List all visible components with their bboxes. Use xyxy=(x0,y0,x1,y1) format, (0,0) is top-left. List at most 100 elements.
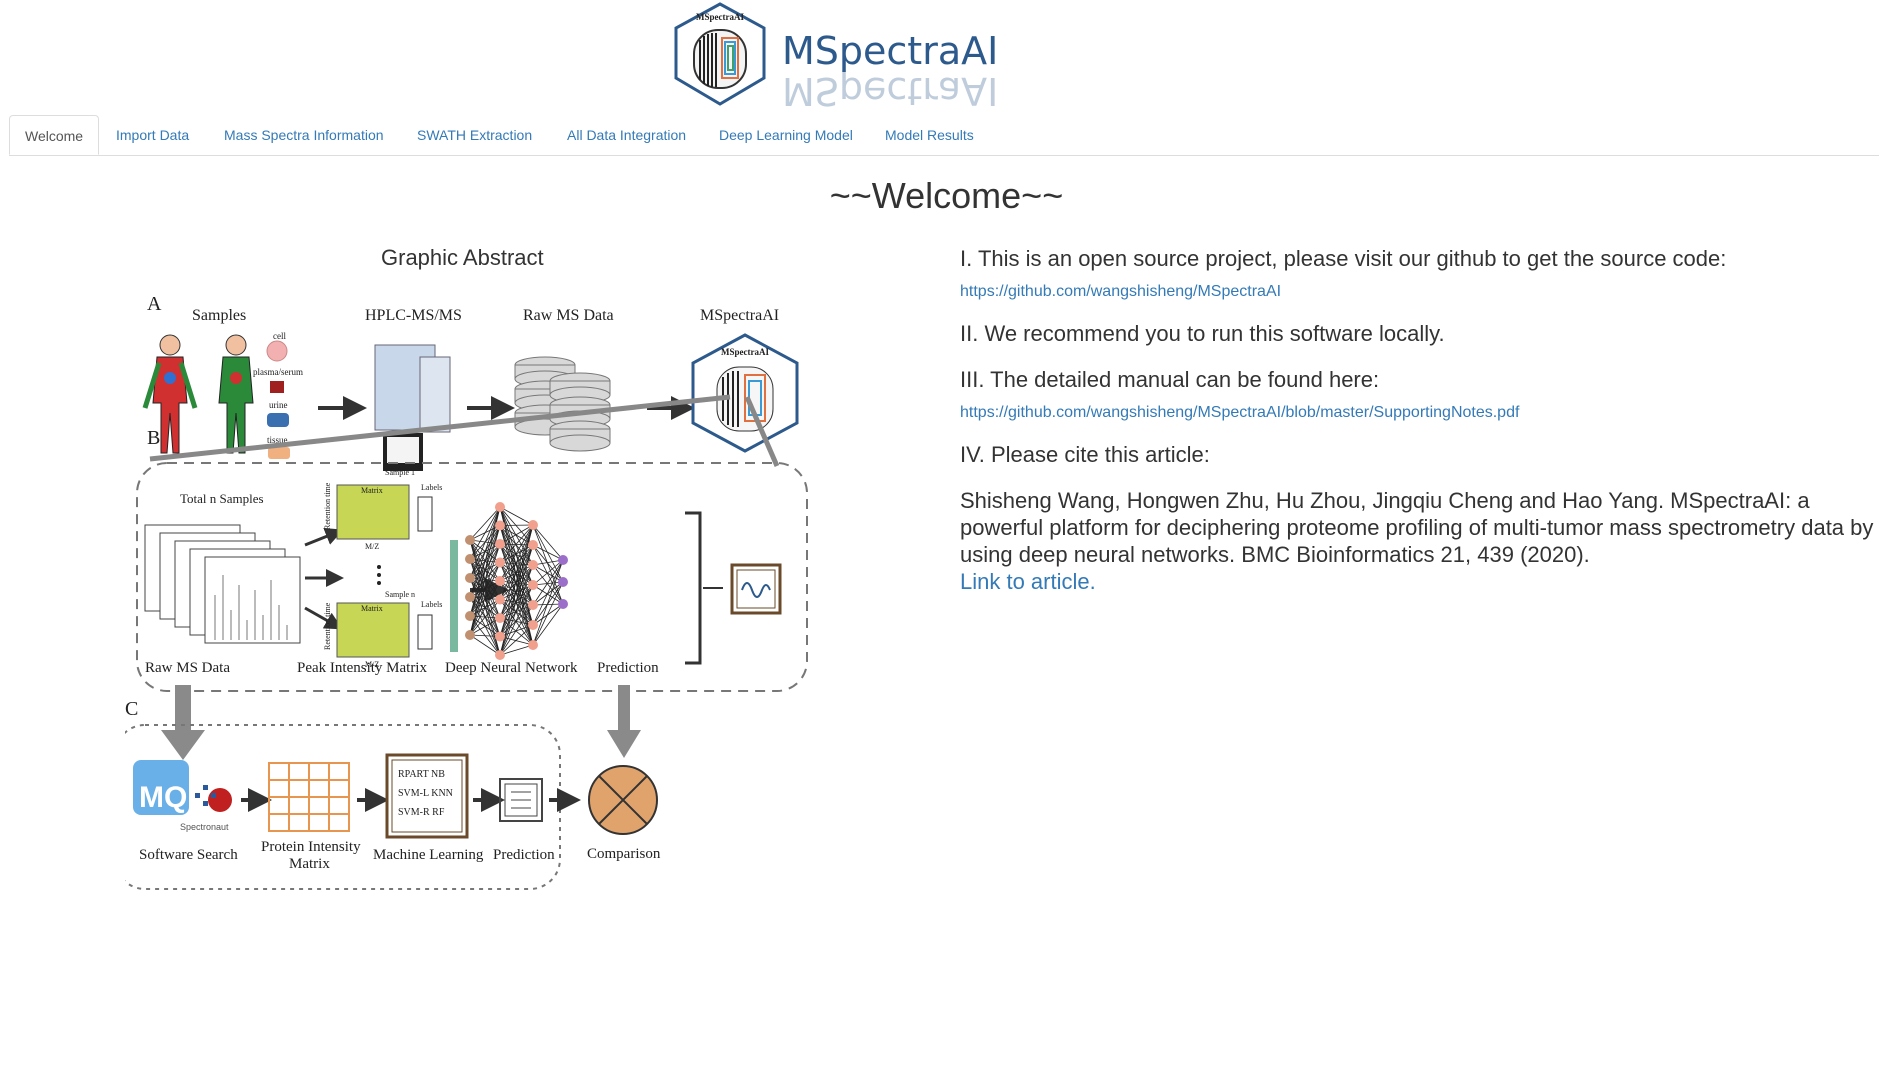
article-link[interactable]: Link to article. xyxy=(960,569,1096,594)
label-prediction-b: Prediction xyxy=(597,660,659,676)
label-hplc: HPLC-MS/MS xyxy=(365,307,462,324)
dnn-node xyxy=(465,554,475,564)
github-link[interactable]: https://github.com/wangshisheng/MSpectra… xyxy=(960,283,1281,300)
hex-badge-text: MSpectraAI xyxy=(721,347,769,357)
label-retention-time-n: Retention time xyxy=(323,602,332,650)
label-comparison: Comparison xyxy=(587,846,661,862)
neural-network-icon xyxy=(465,502,568,660)
info-item-2: II. We recommend you to run this softwar… xyxy=(960,321,1445,346)
protein-matrix-grid-icon xyxy=(268,762,350,832)
info-item-4: IV. Please cite this article: xyxy=(960,442,1210,467)
label-matrix-n: Matrix xyxy=(361,604,383,613)
label-prediction-c: Prediction xyxy=(493,847,555,863)
tab-swath-extraction[interactable]: SWATH Extraction xyxy=(417,115,532,155)
arrow-down-right xyxy=(607,685,641,758)
panel-c-letter: C xyxy=(125,698,138,720)
panel-a-letter: A xyxy=(147,293,162,315)
label-sample1: Sample 1 xyxy=(385,468,415,477)
dnn-node xyxy=(528,560,538,570)
dnn-node xyxy=(465,535,475,545)
tab-deep-learning-model[interactable]: Deep Learning Model xyxy=(719,115,853,155)
label-matrix-1: Matrix xyxy=(361,486,383,495)
label-protein-matrix-2: Matrix xyxy=(289,856,330,872)
dnn-node xyxy=(528,600,538,610)
label-mz-1: M/Z xyxy=(365,542,379,551)
dnn-node xyxy=(465,573,475,583)
logo-graphic: MSpectraAI MSpectraAI MSpectraAI xyxy=(674,2,998,113)
logo-badge-text: MSpectraAI xyxy=(696,12,744,22)
dnn-edge xyxy=(532,544,564,561)
ml-method-row-3: SVM-R RF xyxy=(398,807,445,818)
label-labels-1: Labels xyxy=(421,483,442,492)
color-scale-bar xyxy=(450,540,458,652)
dnn-node xyxy=(528,520,538,530)
dnn-node xyxy=(558,555,568,565)
ml-method-row-2: SVM-L KNN xyxy=(398,788,453,799)
mq-text: MQ xyxy=(139,781,187,814)
info-item-1: I. This is an open source project, pleas… xyxy=(960,246,1727,271)
dnn-node xyxy=(495,650,505,660)
prediction-monitor-icon xyxy=(730,563,782,615)
graphic-abstract-title: Graphic Abstract xyxy=(381,245,544,270)
label-raw-ms-b: Raw MS Data xyxy=(145,660,230,676)
label-raw-ms-a: Raw MS Data xyxy=(523,307,614,324)
label-dnn: Deep Neural Network xyxy=(445,660,578,676)
label-labels-n: Labels xyxy=(421,600,442,609)
dnn-edge xyxy=(532,581,564,646)
dnn-node xyxy=(558,577,568,587)
comparison-icon xyxy=(588,765,658,835)
dnn-edge xyxy=(532,524,564,561)
dnn-node xyxy=(465,630,475,640)
label-software-search: Software Search xyxy=(139,847,238,863)
welcome-title: ~~Welcome~~ xyxy=(829,175,1064,216)
tab-model-results[interactable]: Model Results xyxy=(885,115,974,155)
info-panel: I. This is an open source project, pleas… xyxy=(960,245,1880,595)
tab-mass-spectra-information[interactable]: Mass Spectra Information xyxy=(224,115,384,155)
label-samplen: Sample n xyxy=(385,590,415,599)
app-logo: MSpectraAI MSpectraAI MSpectraAI xyxy=(670,0,1010,113)
human-body-icon xyxy=(142,334,254,454)
dnn-node xyxy=(528,640,538,650)
dnn-node xyxy=(495,631,505,642)
logo-reflection: MSpectraAI xyxy=(782,69,998,112)
label-retention-time-1: Retention time xyxy=(323,482,332,530)
label-plasma: plasma/serum xyxy=(253,367,303,377)
dnn-node xyxy=(495,502,505,512)
label-total-samples: Total n Samples xyxy=(180,491,264,506)
dnn-node xyxy=(495,539,505,549)
label-peak-matrix: Peak Intensity Matrix xyxy=(297,660,427,676)
dnn-node xyxy=(495,594,505,605)
nav-tabs: Welcome Import Data Mass Spectra Informa… xyxy=(9,115,1879,156)
dnn-node xyxy=(528,580,538,590)
dnn-node xyxy=(528,620,538,630)
label-urine: urine xyxy=(269,400,288,410)
arrow-down-left xyxy=(161,685,205,760)
dnn-node xyxy=(495,520,505,531)
dnn-node xyxy=(528,540,538,550)
dnn-node xyxy=(495,576,505,586)
dnn-node xyxy=(465,592,475,602)
dnn-node xyxy=(495,557,505,568)
label-protein-matrix-1: Protein Intensity xyxy=(261,839,361,855)
mspectraai-hex-icon: MSpectraAI xyxy=(691,333,799,453)
dnn-node xyxy=(495,613,505,623)
tab-import-data[interactable]: Import Data xyxy=(116,115,189,155)
panel-b-letter: B xyxy=(147,427,160,449)
label-machine-learning: Machine Learning xyxy=(373,847,484,863)
dnn-node xyxy=(465,611,475,621)
citation-text: Shisheng Wang, Hongwen Zhu, Hu Zhou, Jin… xyxy=(960,488,1874,567)
hplc-instrument-icon xyxy=(374,344,451,471)
label-cell: cell xyxy=(273,331,286,341)
label-mspectraai: MSpectraAI xyxy=(700,307,779,324)
label-samples: Samples xyxy=(192,307,246,324)
tab-all-data-integration[interactable]: All Data Integration xyxy=(567,115,686,155)
dnn-node xyxy=(558,599,568,609)
spectronaut-text: Spectronaut xyxy=(180,822,229,832)
graphic-abstract-figure: A Samples HPLC-MS/MS Raw MS Data MSpectr… xyxy=(125,293,808,890)
raw-spectra-stack-icon xyxy=(144,524,301,644)
database-stack-icon xyxy=(514,356,611,452)
tab-welcome[interactable]: Welcome xyxy=(9,115,100,155)
logo-title: MSpectraAI xyxy=(782,29,998,73)
info-item-3: III. The detailed manual can be found he… xyxy=(960,367,1380,392)
manual-link[interactable]: https://github.com/wangshisheng/MSpectra… xyxy=(960,404,1519,421)
